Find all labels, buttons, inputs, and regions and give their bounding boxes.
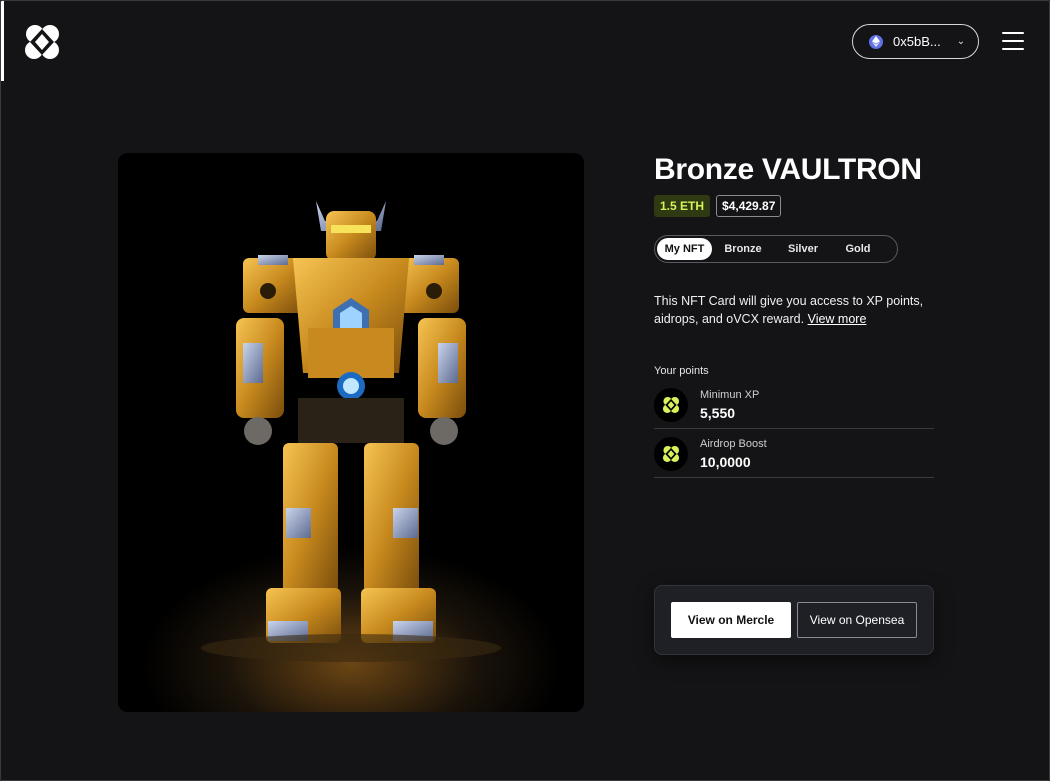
point-name: Airdrop Boost	[700, 437, 767, 450]
price-usd-badge: $4,429.87	[716, 195, 782, 217]
view-on-mercle-button[interactable]: View on Mercle	[671, 602, 791, 638]
nft-title: Bronze VAULTRON	[654, 153, 922, 186]
nft-image	[118, 153, 584, 712]
description-text: This NFT Card will give you access to XP…	[654, 294, 924, 326]
app-window: 0x5bB... ⌄ Bronze VAULTRON 1.5 ETH $4,42…	[0, 0, 1050, 781]
price-row: 1.5 ETH $4,429.87	[654, 195, 782, 217]
tab-my-nft[interactable]: My NFT	[657, 238, 712, 260]
wallet-connect-button[interactable]: 0x5bB... ⌄	[852, 24, 979, 59]
chevron-down-icon: ⌄	[956, 36, 966, 47]
window-edge	[1, 1, 4, 81]
point-row-airdrop-boost: Airdrop Boost 10,0000	[654, 430, 934, 478]
point-row-minimum-xp: Minimun XP 5,550	[654, 381, 934, 429]
points-label: Your points	[654, 365, 709, 377]
vaultcraft-logo-icon	[654, 387, 688, 422]
point-value: 10,0000	[700, 453, 751, 470]
nft-description: This NFT Card will give you access to XP…	[654, 292, 924, 328]
action-panel: View on Mercle View on Opensea	[654, 585, 934, 655]
tab-gold[interactable]: Gold	[832, 238, 884, 260]
vaultcraft-logo-icon[interactable]	[23, 23, 61, 61]
point-value: 5,550	[700, 404, 736, 421]
view-more-link[interactable]: View more	[808, 312, 867, 326]
price-eth-badge: 1.5 ETH	[654, 195, 711, 217]
hamburger-menu-icon[interactable]	[1002, 32, 1024, 50]
point-name: Minimun XP	[700, 388, 760, 401]
tab-bronze[interactable]: Bronze	[712, 238, 774, 260]
view-on-opensea-button[interactable]: View on Opensea	[797, 602, 917, 638]
wallet-address: 0x5bB...	[893, 34, 941, 49]
ethereum-icon	[869, 34, 883, 49]
tab-silver[interactable]: Silver	[774, 238, 832, 260]
tier-tabs: My NFT Bronze Silver Gold	[654, 235, 898, 263]
vaultcraft-logo-icon	[654, 436, 688, 471]
